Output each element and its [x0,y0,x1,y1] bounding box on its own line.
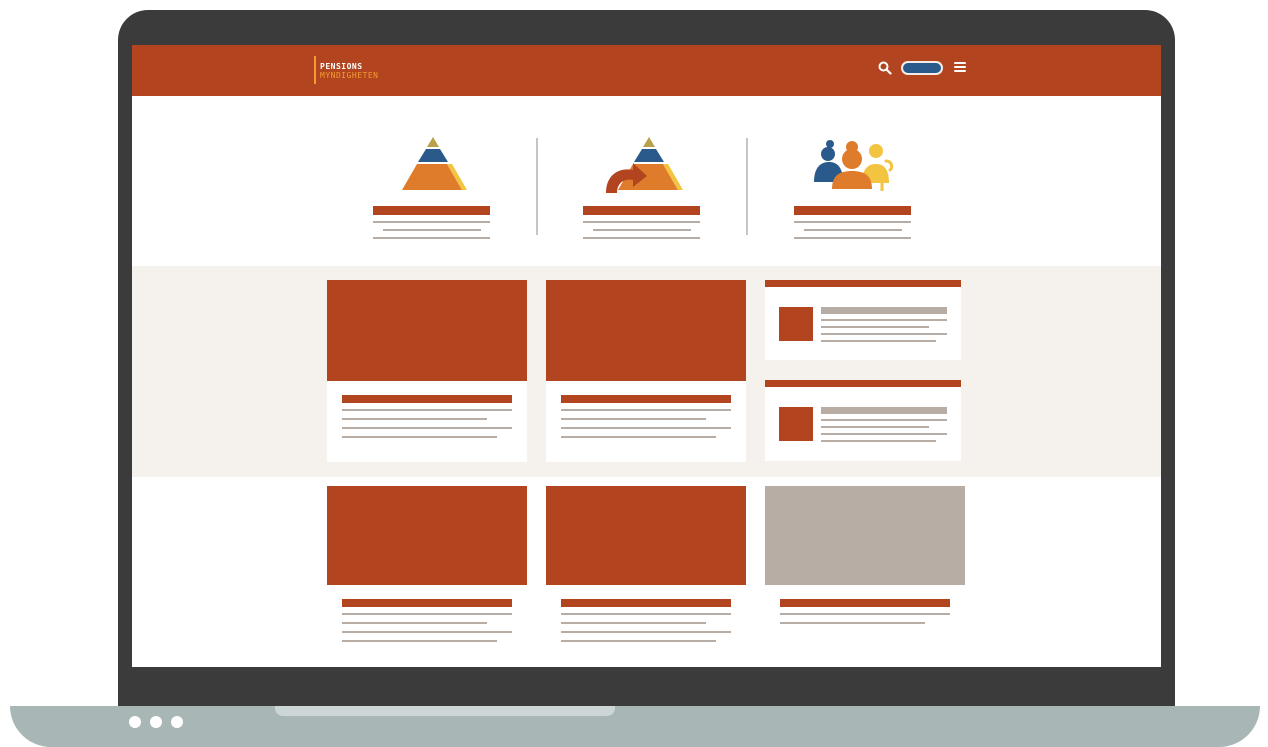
text-placeholder [383,229,481,231]
text-placeholder [780,613,950,615]
text-placeholder [821,433,947,435]
text-placeholder [561,640,716,642]
card-image[interactable] [327,280,527,381]
pyramid-icon [402,137,467,190]
laptop-notch [275,706,615,716]
feature-people[interactable] [783,137,923,193]
pyramid-arrow-icon [606,137,683,193]
card-title-bar [342,599,512,607]
feature-divider [536,138,538,235]
feature-title-bar [583,206,700,215]
card-body[interactable] [546,381,746,462]
featured-section [132,266,1161,477]
side-card[interactable] [765,380,961,461]
side-card-title-bar [821,307,947,314]
feature-divider [746,138,748,235]
search-icon[interactable] [878,61,892,75]
card-title-bar [780,599,950,607]
text-placeholder [373,237,490,239]
text-placeholder [561,436,716,438]
side-card-thumbnail [779,307,813,341]
text-placeholder [342,631,512,633]
card-image[interactable] [327,486,527,585]
logo-text-line2: MYNDIGHETEN [320,71,379,80]
text-placeholder [561,622,706,624]
text-placeholder [821,326,929,328]
text-placeholder [821,340,936,342]
card-title-bar [561,599,731,607]
text-placeholder [821,419,947,421]
text-placeholder [561,418,706,420]
screen: PENSIONS MYNDIGHETEN [132,45,1161,667]
text-placeholder [561,613,731,615]
site-header: PENSIONS MYNDIGHETEN [132,45,1161,96]
text-placeholder [593,229,691,231]
people-icon [814,140,894,191]
side-card-thumbnail [779,407,813,441]
text-placeholder [373,221,490,223]
card-image[interactable] [546,486,746,585]
card-body[interactable] [327,381,527,462]
login-toggle[interactable] [901,61,943,75]
indicator-dot [171,716,183,728]
text-placeholder [780,622,925,624]
feature-title-bar [794,206,911,215]
text-placeholder [342,640,497,642]
text-placeholder [561,427,731,429]
text-placeholder [342,436,497,438]
text-placeholder [821,333,947,335]
side-card-top-bar [765,380,961,387]
text-placeholder [804,229,902,231]
feature-pyramid[interactable] [363,137,503,193]
text-placeholder [561,409,731,411]
text-placeholder [342,418,487,420]
text-placeholder [342,622,487,624]
card-title-bar [342,395,512,403]
side-card-top-bar [765,280,961,287]
side-card-title-bar [821,407,947,414]
text-placeholder [821,319,947,321]
text-placeholder [342,409,512,411]
site-logo[interactable]: PENSIONS MYNDIGHETEN [314,56,378,84]
text-placeholder [794,237,911,239]
text-placeholder [821,440,936,442]
menu-icon[interactable] [954,62,966,74]
text-placeholder [583,237,700,239]
feature-title-bar [373,206,490,215]
indicator-dot [150,716,162,728]
text-placeholder [561,631,731,633]
text-placeholder [821,426,929,428]
laptop-base [10,706,1260,747]
feature-pyramid-transfer[interactable] [573,137,713,197]
text-placeholder [794,221,911,223]
card-image-placeholder[interactable] [765,486,965,585]
side-card[interactable] [765,280,961,360]
logo-text-line1: PENSIONS [320,62,363,71]
text-placeholder [342,427,512,429]
login-toggle-fill [903,63,941,73]
card-title-bar [561,395,731,403]
card-image[interactable] [546,280,746,381]
text-placeholder [342,613,512,615]
indicator-dot [129,716,141,728]
text-placeholder [583,221,700,223]
